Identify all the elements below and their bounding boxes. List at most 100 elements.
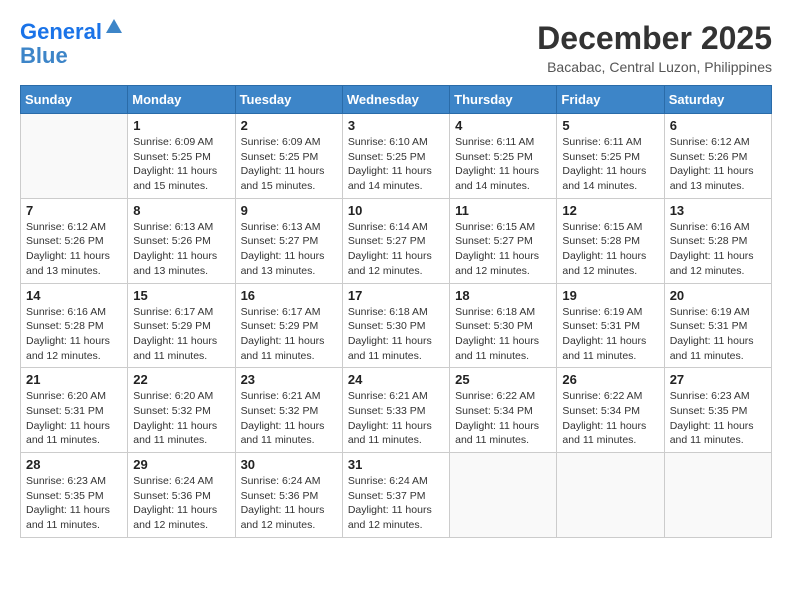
weekday-header-thursday: Thursday xyxy=(450,86,557,114)
day-number: 6 xyxy=(670,118,766,133)
day-info: Sunrise: 6:14 AMSunset: 5:27 PMDaylight:… xyxy=(348,220,444,279)
calendar-cell: 6Sunrise: 6:12 AMSunset: 5:26 PMDaylight… xyxy=(664,114,771,199)
day-number: 23 xyxy=(241,372,337,387)
day-number: 19 xyxy=(562,288,658,303)
day-info: Sunrise: 6:18 AMSunset: 5:30 PMDaylight:… xyxy=(455,305,551,364)
day-number: 10 xyxy=(348,203,444,218)
calendar-cell: 15 Sunrise: 6:17 AMSunset: 5:29 PMDayligh… xyxy=(128,283,235,368)
day-number: 17 xyxy=(348,288,444,303)
calendar-cell: 4Sunrise: 6:11 AMSunset: 5:25 PMDaylight… xyxy=(450,114,557,199)
day-number: 25 xyxy=(455,372,551,387)
day-number: 11 xyxy=(455,203,551,218)
calendar-cell: 27 Sunrise: 6:23 AMSunset: 5:35 PMDayligh… xyxy=(664,368,771,453)
calendar-cell: 17 Sunrise: 6:18 AMSunset: 5:30 PMDayligh… xyxy=(342,283,449,368)
day-info: Sunrise: 6:10 AMSunset: 5:25 PMDaylight:… xyxy=(348,135,444,194)
calendar-cell: 23 Sunrise: 6:21 AMSunset: 5:32 PMDayligh… xyxy=(235,368,342,453)
day-number: 3 xyxy=(348,118,444,133)
logo: General Blue xyxy=(20,20,124,68)
location-title: Bacabac, Central Luzon, Philippines xyxy=(537,59,772,75)
day-info: Sunrise: 6:15 AMSunset: 5:28 PMDaylight:… xyxy=(562,220,658,279)
day-info: Sunrise: 6:24 AMSunset: 5:36 PMDaylight:… xyxy=(133,474,229,533)
calendar-cell xyxy=(557,453,664,538)
calendar-cell: 18 Sunrise: 6:18 AMSunset: 5:30 PMDayligh… xyxy=(450,283,557,368)
calendar-cell: 20Sunrise: 6:19 AMSunset: 5:31 PMDayligh… xyxy=(664,283,771,368)
day-number: 20 xyxy=(670,288,766,303)
calendar-table: SundayMondayTuesdayWednesdayThursdayFrid… xyxy=(20,85,772,538)
day-info: Sunrise: 6:17 AMSunset: 5:29 PMDaylight:… xyxy=(133,305,229,364)
logo-text: General xyxy=(20,20,102,44)
day-info: Sunrise: 6:09 AMSunset: 5:25 PMDaylight:… xyxy=(241,135,337,194)
calendar-cell: 2Sunrise: 6:09 AMSunset: 5:25 PMDaylight… xyxy=(235,114,342,199)
weekday-header-friday: Friday xyxy=(557,86,664,114)
day-number: 8 xyxy=(133,203,229,218)
calendar-cell: 14 Sunrise: 6:16 AMSunset: 5:28 PMDayligh… xyxy=(21,283,128,368)
page-header: General Blue December 2025 Bacabac, Cent… xyxy=(20,20,772,75)
day-info: Sunrise: 6:13 AMSunset: 5:27 PMDaylight:… xyxy=(241,220,337,279)
day-number: 5 xyxy=(562,118,658,133)
logo-general: General xyxy=(20,19,102,44)
day-info: Sunrise: 6:23 AMSunset: 5:35 PMDaylight:… xyxy=(670,389,766,448)
day-info: Sunrise: 6:13 AMSunset: 5:26 PMDaylight:… xyxy=(133,220,229,279)
day-number: 28 xyxy=(26,457,122,472)
weekday-header-sunday: Sunday xyxy=(21,86,128,114)
title-block: December 2025 Bacabac, Central Luzon, Ph… xyxy=(537,20,772,75)
day-info: Sunrise: 6:22 AMSunset: 5:34 PMDaylight:… xyxy=(455,389,551,448)
day-number: 29 xyxy=(133,457,229,472)
calendar-week-row: 14 Sunrise: 6:16 AMSunset: 5:28 PMDayligh… xyxy=(21,283,772,368)
weekday-header-saturday: Saturday xyxy=(664,86,771,114)
calendar-cell: 21 Sunrise: 6:20 AMSunset: 5:31 PMDayligh… xyxy=(21,368,128,453)
day-info: Sunrise: 6:24 AMSunset: 5:37 PMDaylight:… xyxy=(348,474,444,533)
calendar-cell: 30 Sunrise: 6:24 AMSunset: 5:36 PMDayligh… xyxy=(235,453,342,538)
calendar-cell: 13 Sunrise: 6:16 AMSunset: 5:28 PMDayligh… xyxy=(664,198,771,283)
day-number: 26 xyxy=(562,372,658,387)
calendar-cell: 10 Sunrise: 6:14 AMSunset: 5:27 PMDayligh… xyxy=(342,198,449,283)
calendar-week-row: 7 Sunrise: 6:12 AMSunset: 5:26 PMDaylight… xyxy=(21,198,772,283)
day-number: 12 xyxy=(562,203,658,218)
day-number: 31 xyxy=(348,457,444,472)
calendar-cell: 24Sunrise: 6:21 AMSunset: 5:33 PMDayligh… xyxy=(342,368,449,453)
day-number: 4 xyxy=(455,118,551,133)
day-info: Sunrise: 6:12 AMSunset: 5:26 PMDaylight:… xyxy=(26,220,122,279)
day-number: 7 xyxy=(26,203,122,218)
day-number: 21 xyxy=(26,372,122,387)
calendar-cell: 1Sunrise: 6:09 AMSunset: 5:25 PMDaylight… xyxy=(128,114,235,199)
day-info: Sunrise: 6:11 AMSunset: 5:25 PMDaylight:… xyxy=(562,135,658,194)
calendar-cell: 7 Sunrise: 6:12 AMSunset: 5:26 PMDaylight… xyxy=(21,198,128,283)
day-info: Sunrise: 6:22 AMSunset: 5:34 PMDaylight:… xyxy=(562,389,658,448)
day-info: Sunrise: 6:19 AMSunset: 5:31 PMDaylight:… xyxy=(562,305,658,364)
day-number: 1 xyxy=(133,118,229,133)
day-info: Sunrise: 6:24 AMSunset: 5:36 PMDaylight:… xyxy=(241,474,337,533)
day-number: 15 xyxy=(133,288,229,303)
logo-icon xyxy=(104,17,124,37)
calendar-header-row: SundayMondayTuesdayWednesdayThursdayFrid… xyxy=(21,86,772,114)
calendar-cell xyxy=(664,453,771,538)
day-info: Sunrise: 6:17 AMSunset: 5:29 PMDaylight:… xyxy=(241,305,337,364)
calendar-cell xyxy=(450,453,557,538)
calendar-week-row: 21 Sunrise: 6:20 AMSunset: 5:31 PMDayligh… xyxy=(21,368,772,453)
calendar-cell: 9Sunrise: 6:13 AMSunset: 5:27 PMDaylight… xyxy=(235,198,342,283)
day-info: Sunrise: 6:21 AMSunset: 5:32 PMDaylight:… xyxy=(241,389,337,448)
day-info: Sunrise: 6:20 AMSunset: 5:31 PMDaylight:… xyxy=(26,389,122,448)
weekday-header-tuesday: Tuesday xyxy=(235,86,342,114)
day-number: 18 xyxy=(455,288,551,303)
calendar-week-row: 28 Sunrise: 6:23 AMSunset: 5:35 PMDayligh… xyxy=(21,453,772,538)
day-number: 14 xyxy=(26,288,122,303)
calendar-cell: 26 Sunrise: 6:22 AMSunset: 5:34 PMDayligh… xyxy=(557,368,664,453)
day-number: 13 xyxy=(670,203,766,218)
calendar-week-row: 1 Sunrise: 6:09 AMSunset: 5:25 PMDaylight… xyxy=(21,114,772,199)
day-number: 27 xyxy=(670,372,766,387)
calendar-cell: 3 Sunrise: 6:10 AMSunset: 5:25 PMDaylight… xyxy=(342,114,449,199)
calendar-cell: 12 Sunrise: 6:15 AMSunset: 5:28 PMDayligh… xyxy=(557,198,664,283)
day-number: 30 xyxy=(241,457,337,472)
day-info: Sunrise: 6:15 AMSunset: 5:27 PMDaylight:… xyxy=(455,220,551,279)
weekday-header-wednesday: Wednesday xyxy=(342,86,449,114)
calendar-cell: 31 Sunrise: 6:24 AMSunset: 5:37 PMDayligh… xyxy=(342,453,449,538)
calendar-cell: 16 Sunrise: 6:17 AMSunset: 5:29 PMDayligh… xyxy=(235,283,342,368)
day-info: Sunrise: 6:18 AMSunset: 5:30 PMDaylight:… xyxy=(348,305,444,364)
day-info: Sunrise: 6:16 AMSunset: 5:28 PMDaylight:… xyxy=(26,305,122,364)
day-info: Sunrise: 6:16 AMSunset: 5:28 PMDaylight:… xyxy=(670,220,766,279)
day-info: Sunrise: 6:23 AMSunset: 5:35 PMDaylight:… xyxy=(26,474,122,533)
calendar-cell xyxy=(21,114,128,199)
day-number: 16 xyxy=(241,288,337,303)
calendar-cell: 5 Sunrise: 6:11 AMSunset: 5:25 PMDaylight… xyxy=(557,114,664,199)
